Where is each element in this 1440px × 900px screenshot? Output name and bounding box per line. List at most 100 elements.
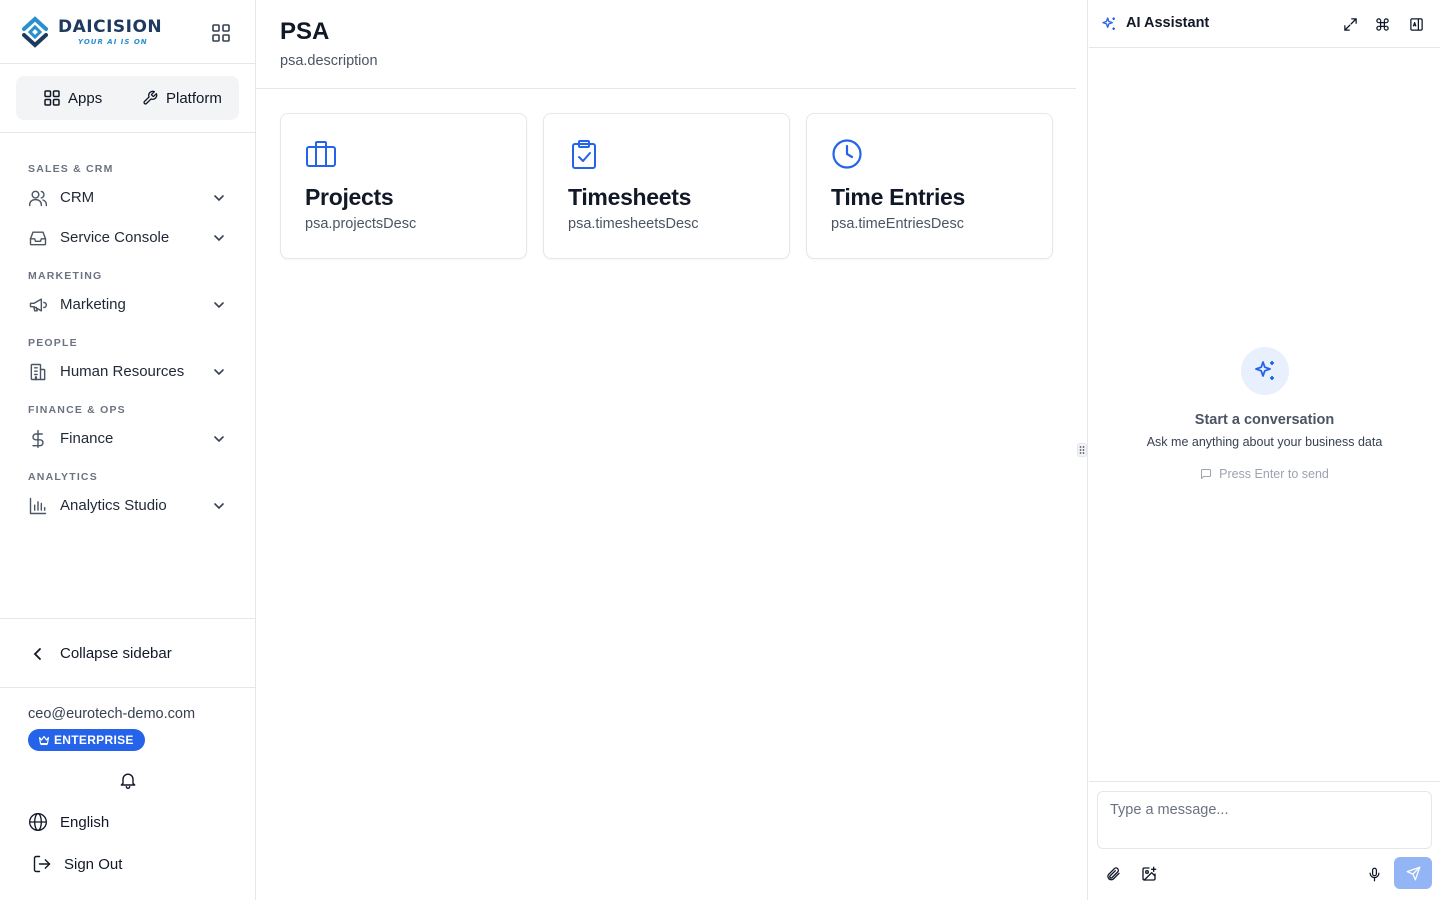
collapse-section: Collapse sidebar [0, 618, 255, 688]
sidebar-item-label: Marketing [60, 296, 126, 313]
sidebar-item-marketing[interactable]: Marketing [16, 287, 239, 323]
expand-icon [1343, 17, 1357, 31]
megaphone-icon [29, 298, 48, 312]
briefcase-icon [306, 141, 336, 167]
panel-resize-handle[interactable] [1076, 0, 1088, 900]
sidebar-item-finance[interactable]: Finance [16, 421, 239, 457]
empty-state-title: Start a conversation [1194, 412, 1335, 428]
empty-state-subtitle: Ask me anything about your business data [1146, 435, 1383, 449]
send-icon [1406, 866, 1420, 880]
apps-grid-icon [44, 90, 60, 106]
mode-switcher: Apps Platform [16, 76, 239, 120]
shortcuts-button[interactable] [1373, 15, 1391, 33]
apps-tab[interactable]: Apps [44, 82, 102, 114]
building-icon [30, 363, 46, 381]
module-card-timesheets[interactable]: Timesheets psa.timesheetsDesc [543, 113, 790, 259]
sidebar-item-analytics-studio[interactable]: Analytics Studio [16, 488, 239, 524]
language-label: English [60, 813, 110, 831]
attach-file-button[interactable] [1103, 864, 1123, 884]
sign-out-icon [33, 855, 51, 873]
card-title: Time Entries [831, 184, 966, 210]
plan-badge: ENTERPRISE [28, 729, 145, 751]
sidebar-item-crm[interactable]: CRM [16, 180, 239, 216]
chevron-down-icon [214, 235, 224, 242]
collapse-sidebar-button[interactable]: Collapse sidebar [16, 636, 239, 672]
user-email: ceo@eurotech-demo.com [28, 706, 196, 722]
main-content: PSA psa.description Projects psa.project… [256, 0, 1076, 900]
sign-out-button[interactable]: Sign Out [32, 853, 122, 875]
notifications-button[interactable] [118, 770, 138, 790]
sidebar-item-label: Service Console [60, 229, 170, 246]
chevron-down-icon [214, 369, 224, 376]
app-root: DAICISION YOUR AI IS ON Apps Platform SA… [0, 0, 1440, 900]
sidebar-item-label: CRM [60, 189, 95, 206]
panel-icon [1409, 17, 1423, 31]
apps-tab-label: Apps [68, 89, 103, 107]
language-selector[interactable]: English [28, 811, 109, 833]
sign-out-label: Sign Out [64, 855, 123, 873]
conversation-icon [1241, 347, 1289, 395]
bar-chart-icon [29, 497, 47, 515]
mode-switcher-wrapper: Apps Platform [0, 64, 255, 133]
chevron-down-icon [214, 195, 224, 202]
bell-icon [120, 773, 136, 789]
module-card-time-entries[interactable]: Time Entries psa.timeEntriesDesc [806, 113, 1053, 259]
send-button[interactable] [1394, 857, 1432, 889]
ai-assistant-title: AI Assistant [1126, 15, 1210, 31]
chevron-down-icon [214, 503, 224, 510]
collapse-sidebar-label: Collapse sidebar [60, 645, 172, 662]
section-label-people: PEOPLE [28, 337, 78, 349]
platform-tab[interactable]: Platform [142, 82, 222, 114]
microphone-icon [1369, 867, 1379, 881]
card-title: Projects [305, 184, 394, 210]
brand-tagline: YOUR AI IS ON [78, 38, 148, 46]
card-title: Timesheets [568, 184, 692, 210]
card-description: psa.projectsDesc [305, 216, 417, 232]
sparkles-icon [1102, 17, 1115, 30]
paperclip-icon [1107, 867, 1120, 881]
inbox-icon [29, 231, 47, 246]
ai-assistant-header: AI Assistant [1089, 0, 1440, 48]
command-icon [1375, 17, 1389, 31]
page-header: PSA psa.description [256, 0, 1076, 89]
page-description: psa.description [280, 53, 378, 69]
app-grid-button[interactable] [208, 20, 234, 46]
brand-logo[interactable]: DAICISION YOUR AI IS ON [18, 14, 162, 50]
plan-badge-label: ENTERPRISE [54, 733, 134, 747]
globe-icon [29, 813, 47, 831]
chevron-down-icon [214, 436, 224, 443]
platform-tab-label: Platform [166, 89, 222, 107]
sidebar-item-human-resources[interactable]: Human Resources [16, 354, 239, 390]
send-hint-label: Press Enter to send [1219, 467, 1329, 481]
attach-image-button[interactable] [1139, 864, 1159, 884]
chevron-down-icon [214, 302, 224, 309]
users-icon [28, 190, 48, 207]
image-plus-icon [1142, 866, 1157, 881]
sparkles-icon [1255, 361, 1274, 380]
clock-icon [832, 139, 862, 169]
voice-input-button[interactable] [1364, 864, 1384, 884]
brand-name: DAICISION [58, 17, 163, 37]
card-description: psa.timesheetsDesc [568, 216, 699, 232]
sidebar-item-label: Human Resources [60, 363, 185, 380]
section-label-analytics: ANALYTICS [28, 471, 98, 483]
module-card-projects[interactable]: Projects psa.projectsDesc [280, 113, 527, 259]
chevron-left-icon [33, 648, 41, 660]
section-label-marketing: MARKETING [28, 270, 103, 282]
expand-button[interactable] [1341, 15, 1359, 33]
grip-icon[interactable] [1077, 443, 1087, 457]
sidebar: DAICISION YOUR AI IS ON Apps Platform SA… [0, 0, 256, 900]
logo-mark-icon [22, 16, 48, 48]
dock-panel-button[interactable] [1407, 15, 1425, 33]
card-description: psa.timeEntriesDesc [831, 216, 964, 232]
sidebar-item-service-console[interactable]: Service Console [16, 220, 239, 256]
send-hint: Press Enter to send [1089, 467, 1440, 481]
message-composer [1089, 781, 1440, 900]
crown-icon [38, 735, 50, 746]
brand-header: DAICISION YOUR AI IS ON [0, 0, 255, 64]
message-input[interactable] [1097, 791, 1432, 849]
section-label-sales-crm: SALES & CRM [28, 163, 114, 175]
message-icon [1201, 469, 1212, 479]
page-title: PSA [280, 18, 330, 45]
dollar-icon [32, 429, 44, 449]
